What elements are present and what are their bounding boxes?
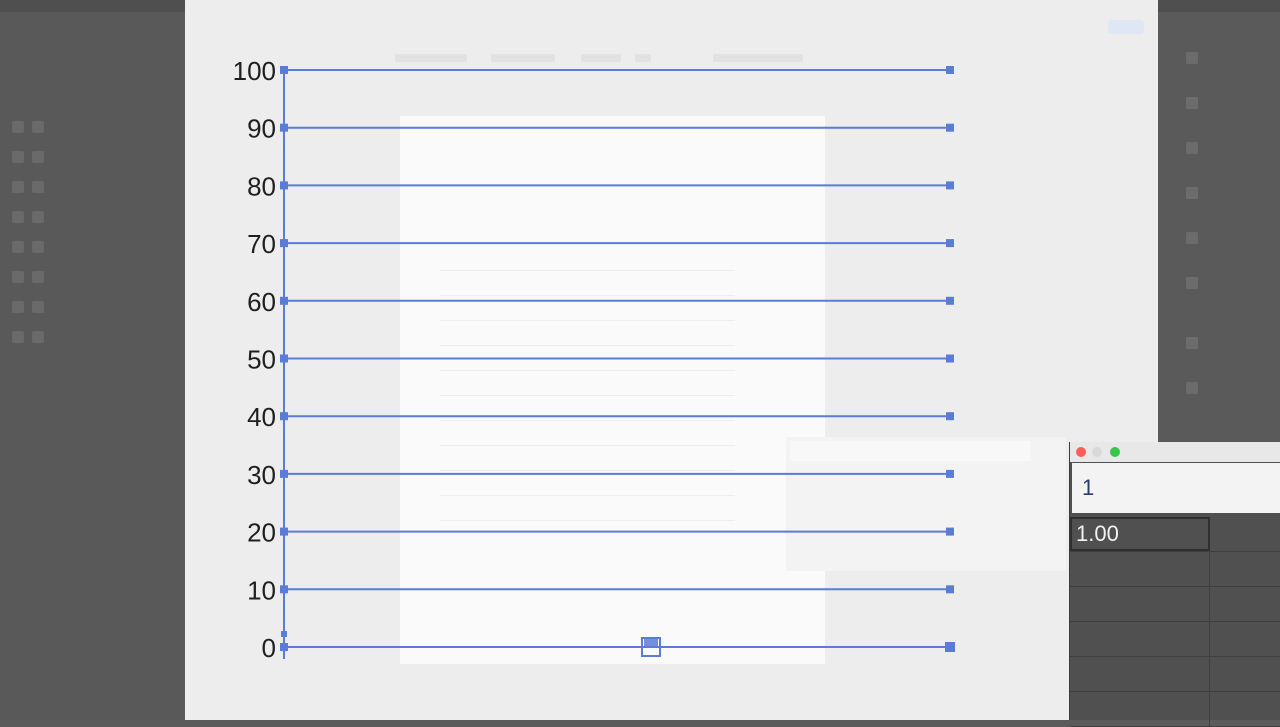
y-tick-label: 0 <box>262 633 276 663</box>
illustrator-app: 0 10 20 30 40 50 60 70 80 90 100 1.00 <box>0 0 1280 727</box>
anchor-point-right <box>946 527 954 536</box>
data-grid: 1.00 <box>1070 517 1280 727</box>
anchor-point-right <box>946 585 954 594</box>
anchor-point-right <box>946 66 954 74</box>
anchor-point-right <box>946 181 954 190</box>
anchor-point-right <box>946 412 954 421</box>
close-icon[interactable] <box>1076 447 1086 457</box>
anchor-point-left <box>280 643 288 651</box>
data-grid-row <box>1070 587 1280 622</box>
y-tick-label: 60 <box>247 287 276 317</box>
y-tick-label: 80 <box>247 171 276 201</box>
y-tick-label: 20 <box>247 518 276 548</box>
selection-handle-bottom-right <box>945 642 955 652</box>
data-grid-cell[interactable]: 1.00 <box>1070 517 1210 551</box>
anchor-point-right <box>946 239 954 248</box>
anchor-point-left <box>280 354 288 363</box>
y-tick-label: 40 <box>247 402 276 432</box>
anchor-point-right <box>946 469 954 478</box>
selection-handle-bottom-left <box>281 631 287 637</box>
data-grid-cell[interactable] <box>1070 622 1210 656</box>
anchor-point-left <box>280 181 288 190</box>
zoom-icon[interactable] <box>1110 447 1120 457</box>
anchor-point-left <box>280 469 288 478</box>
anchor-point-left <box>280 412 288 421</box>
data-grid-cell[interactable] <box>1210 552 1280 586</box>
anchor-point-left <box>280 527 288 536</box>
data-grid-cell[interactable] <box>1070 552 1210 586</box>
y-tick-label: 10 <box>247 575 276 605</box>
data-grid-row <box>1070 692 1280 727</box>
data-entry-field[interactable] <box>1072 463 1280 513</box>
graph-data-window: 1.00 <box>1069 442 1280 727</box>
minimize-icon[interactable] <box>1092 447 1102 457</box>
data-grid-row <box>1070 657 1280 692</box>
graph-data-titlebar[interactable] <box>1070 442 1280 462</box>
anchor-point-left <box>280 239 288 248</box>
data-grid-cell[interactable] <box>1210 657 1280 691</box>
anchor-point-left <box>280 296 288 305</box>
y-tick-label: 100 <box>233 56 276 86</box>
anchor-point-left <box>280 66 288 74</box>
data-grid-cell[interactable] <box>1210 517 1280 551</box>
data-grid-row <box>1070 552 1280 587</box>
data-grid-row: 1.00 <box>1070 517 1280 552</box>
anchor-point-right <box>946 354 954 363</box>
anchor-point-left <box>280 123 288 132</box>
y-tick-label: 90 <box>247 114 276 144</box>
data-grid-cell[interactable] <box>1070 692 1210 726</box>
data-grid-cell[interactable] <box>1070 657 1210 691</box>
anchor-point-right <box>946 296 954 305</box>
anchor-point-left <box>280 585 288 594</box>
y-tick-label: 70 <box>247 229 276 259</box>
y-tick-label: 30 <box>247 460 276 490</box>
data-grid-cell[interactable] <box>1210 692 1280 726</box>
y-tick-label: 50 <box>247 345 276 375</box>
data-grid-cell[interactable] <box>1070 587 1210 621</box>
data-grid-cell[interactable] <box>1210 587 1280 621</box>
data-grid-cell[interactable] <box>1210 622 1280 656</box>
data-grid-row <box>1070 622 1280 657</box>
anchor-point-right <box>946 123 954 132</box>
